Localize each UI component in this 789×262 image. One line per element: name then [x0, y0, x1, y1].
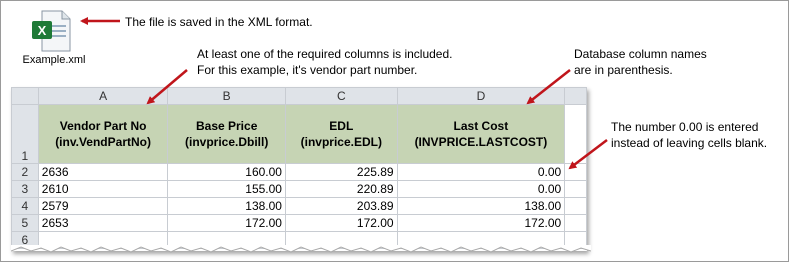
column-header-d[interactable]: D: [396, 87, 566, 105]
cell-base-price[interactable]: 155.00: [167, 180, 286, 198]
empty-cell[interactable]: [564, 214, 587, 232]
callout-required-line1: At least one of the required columns is …: [197, 47, 453, 61]
spreadsheet: A B C D 1 Vendor Part No (inv.VendPartNo…: [11, 87, 587, 251]
header-base-price-label: Base Price: [195, 119, 258, 133]
header-last-cost-label: Last Cost: [453, 119, 509, 133]
header-cell-last-cost[interactable]: Last Cost (INVPRICE.LASTCOST): [396, 104, 566, 164]
row-header-3[interactable]: 3: [11, 180, 39, 198]
empty-cell[interactable]: [564, 197, 587, 215]
row-header-4[interactable]: 4: [11, 197, 39, 215]
callout-zero-line2: instead of leaving cells blank.: [611, 136, 768, 150]
cell-last-cost[interactable]: 0.00: [396, 180, 566, 198]
header-base-price-db: (invprice.Dbill): [185, 135, 269, 149]
header-last-cost-db: (INVPRICE.LASTCOST): [414, 135, 548, 149]
cell-part-no[interactable]: 2579: [37, 197, 169, 215]
callout-xml-format: The file is saved in the XML format.: [125, 14, 313, 30]
file-name-label[interactable]: Example.xml: [14, 54, 94, 66]
cell-last-cost[interactable]: 0.00: [396, 163, 566, 181]
callout-required-line2: For this example, it's vendor part numbe…: [197, 63, 418, 77]
cell-part-no[interactable]: 2653: [37, 214, 169, 232]
header-edl-db: (invprice.EDL): [300, 135, 382, 149]
cell-last-cost[interactable]: 172.00: [396, 214, 566, 232]
callout-xml-format-text: The file is saved in the XML format.: [125, 15, 313, 29]
column-header-c[interactable]: C: [284, 87, 398, 105]
excel-xml-file-icon[interactable]: X: [30, 9, 74, 53]
empty-cell[interactable]: [564, 180, 587, 198]
svg-text:X: X: [38, 23, 47, 38]
cell-last-cost[interactable]: 138.00: [396, 197, 566, 215]
cell-part-no[interactable]: 2636: [37, 163, 169, 181]
header-edl-label: EDL: [329, 119, 354, 133]
callout-zero-line1: The number 0.00 is entered: [611, 120, 759, 134]
callout-db-line1: Database column names: [574, 47, 707, 61]
cell-base-price[interactable]: 160.00: [167, 163, 286, 181]
callout-db-column-names: Database column names are in parenthesis…: [574, 46, 707, 78]
cell-edl[interactable]: 225.89: [284, 163, 398, 181]
cell-edl[interactable]: 220.89: [284, 180, 398, 198]
callout-zero-entered: The number 0.00 is entered instead of le…: [611, 119, 767, 151]
column-header-b[interactable]: B: [167, 87, 286, 105]
header-cell-base-price[interactable]: Base Price (invprice.Dbill): [167, 104, 286, 164]
header-vendor-part-no-db: (inv.VendPartNo): [55, 135, 151, 149]
header-vendor-part-no-label: Vendor Part No: [59, 119, 147, 133]
column-header-e[interactable]: [564, 87, 587, 105]
row-header-1[interactable]: 1: [11, 104, 39, 164]
torn-edge: [11, 245, 591, 253]
callout-db-line2: are in parenthesis.: [574, 63, 673, 77]
empty-cell[interactable]: [564, 104, 587, 164]
row-header-2[interactable]: 2: [11, 163, 39, 181]
header-cell-edl[interactable]: EDL (invprice.EDL): [284, 104, 398, 164]
row-header-5[interactable]: 5: [11, 214, 39, 232]
empty-cell[interactable]: [564, 163, 587, 181]
cell-part-no[interactable]: 2610: [37, 180, 169, 198]
cell-base-price[interactable]: 138.00: [167, 197, 286, 215]
select-all-corner[interactable]: [11, 87, 39, 105]
cell-edl[interactable]: 172.00: [284, 214, 398, 232]
cell-base-price[interactable]: 172.00: [167, 214, 286, 232]
spreadsheet-grid: A B C D 1 Vendor Part No (inv.VendPartNo…: [11, 87, 587, 249]
cell-edl[interactable]: 203.89: [284, 197, 398, 215]
callout-required-columns: At least one of the required columns is …: [197, 46, 452, 78]
column-header-a[interactable]: A: [37, 87, 169, 105]
header-cell-vendor-part-no[interactable]: Vendor Part No (inv.VendPartNo): [37, 104, 169, 164]
